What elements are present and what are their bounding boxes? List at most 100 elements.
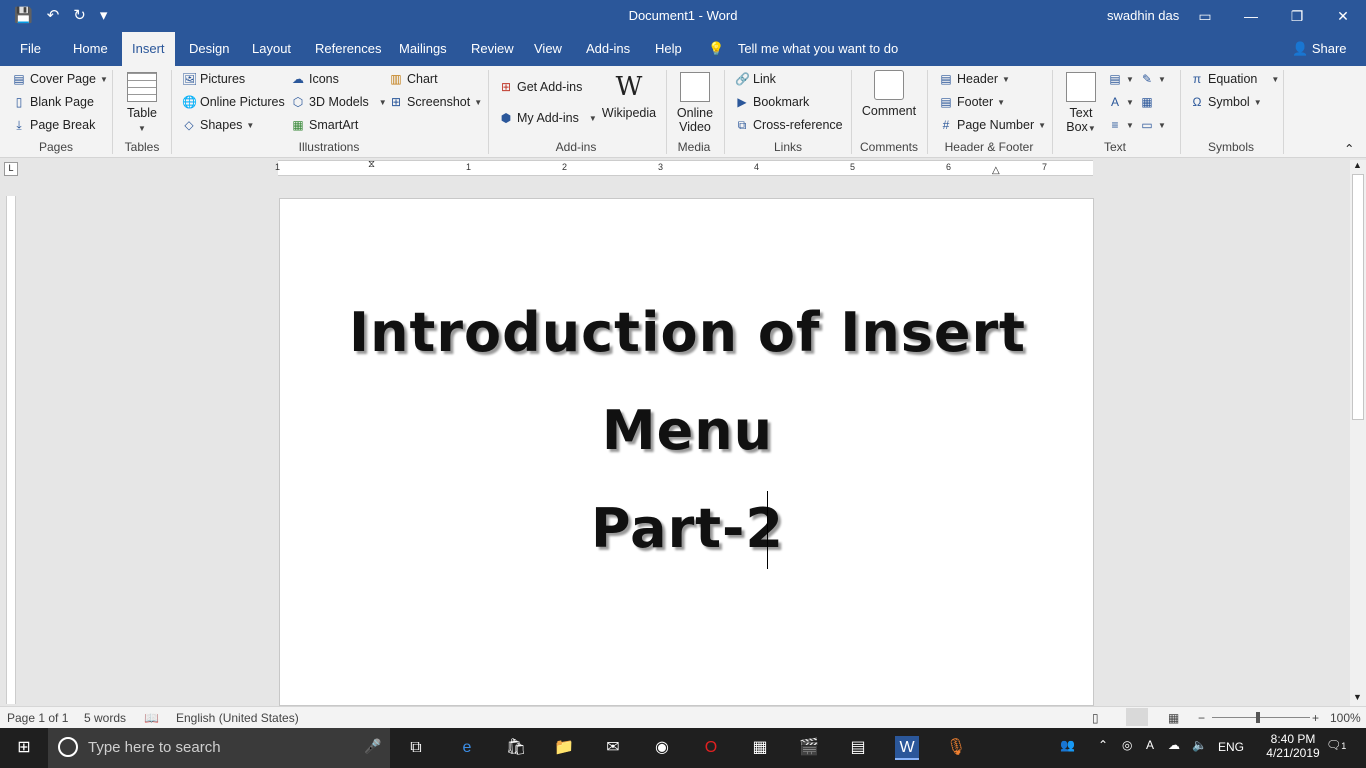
word-taskbar-icon[interactable]: W	[895, 736, 919, 760]
recorder-icon[interactable]: 🎙	[944, 736, 968, 760]
tab-references[interactable]: References	[305, 32, 391, 66]
print-layout-icon[interactable]	[1126, 708, 1148, 726]
word-count[interactable]: 5 words	[84, 711, 126, 725]
scrollbar-thumb[interactable]	[1352, 174, 1364, 420]
chrome-icon[interactable]: ◉	[650, 736, 674, 760]
zoom-level[interactable]: 100%	[1330, 711, 1361, 725]
video-editor-icon[interactable]: 🎬	[797, 736, 821, 760]
microphone-icon[interactable]: 🎤	[364, 738, 381, 755]
action-center-icon[interactable]: 🗨1	[1326, 738, 1346, 752]
cover-page-button[interactable]: ▤ Cover Page ▼	[12, 69, 108, 89]
icons-button[interactable]: ☁ Icons	[291, 69, 339, 89]
close-button[interactable]: ✕	[1328, 4, 1358, 28]
tell-me-search[interactable]: 💡 Tell me what you want to do	[708, 32, 898, 66]
edge-icon[interactable]: e	[455, 736, 479, 760]
page-number-button[interactable]: # Page Number ▼	[939, 115, 1046, 135]
doc-line-1[interactable]: Introduction of Insert	[280, 301, 1095, 364]
scroll-up-icon[interactable]: ▲	[1353, 160, 1362, 170]
link-button[interactable]: 🔗 Link	[735, 69, 776, 89]
equation-button[interactable]: π Equation ▼	[1190, 69, 1279, 89]
wordart-button[interactable]: A ▼	[1108, 92, 1134, 112]
vertical-ruler[interactable]	[6, 196, 16, 704]
page-count[interactable]: Page 1 of 1	[7, 711, 68, 725]
signature-line-button[interactable]: ✎ ▼	[1140, 69, 1166, 89]
language-indicator[interactable]: English (United States)	[176, 711, 299, 725]
show-hidden-icons[interactable]: ⌃	[1098, 738, 1108, 752]
comment-button[interactable]: Comment	[858, 70, 920, 118]
table-button[interactable]: Table ▼	[122, 72, 162, 134]
acrobat-icon[interactable]: A	[1146, 738, 1154, 752]
tab-insert[interactable]: Insert	[122, 32, 175, 66]
date-time-button[interactable]: ▦	[1140, 92, 1154, 112]
symbol-button[interactable]: Ω Symbol ▼	[1190, 92, 1262, 112]
tab-help[interactable]: Help	[645, 32, 692, 66]
tab-design[interactable]: Design	[179, 32, 239, 66]
collapse-ribbon-icon[interactable]: ⌃	[1344, 138, 1354, 158]
people-icon[interactable]: 👥	[1060, 738, 1075, 752]
read-mode-icon[interactable]: ▯	[1092, 711, 1099, 725]
winrar-icon[interactable]: ▤	[846, 736, 870, 760]
chart-button[interactable]: ▥ Chart	[389, 69, 437, 89]
antivirus-icon[interactable]: ◎	[1122, 738, 1132, 752]
online-pictures-button[interactable]: 🌐 Online Pictures	[182, 92, 285, 112]
web-layout-icon[interactable]: ▦	[1168, 711, 1179, 725]
calculator-icon[interactable]: ▦	[748, 736, 772, 760]
doc-line-2[interactable]: Menu	[280, 399, 1095, 462]
bookmark-button[interactable]: ▶ Bookmark	[735, 92, 809, 112]
file-explorer-icon[interactable]: 📁	[552, 736, 576, 760]
online-video-button[interactable]: Online Video	[674, 72, 716, 134]
user-name[interactable]: swadhin das	[1107, 8, 1179, 23]
smartart-button[interactable]: ▦ SmartArt	[291, 115, 358, 135]
quick-parts-button[interactable]: ▤ ▼	[1108, 69, 1134, 89]
ribbon-display-icon[interactable]: ▭	[1190, 4, 1220, 28]
minimize-button[interactable]: —	[1236, 4, 1266, 28]
language-tray[interactable]: ENG	[1218, 740, 1244, 754]
page-break-button[interactable]: ⤓ Page Break	[12, 115, 95, 135]
pictures-button[interactable]: 🖼 Pictures	[182, 69, 245, 89]
share-button[interactable]: 👤 Share	[1292, 32, 1347, 66]
opera-icon[interactable]: O	[699, 736, 723, 760]
text-box-button[interactable]: Text Box▼	[1062, 72, 1100, 134]
3d-models-button[interactable]: ⬡ 3D Models ▼	[291, 92, 387, 112]
right-indent-marker-icon[interactable]: △	[992, 165, 1000, 176]
taskbar-search[interactable]: Type here to search 🎤	[48, 728, 390, 768]
get-add-ins-button[interactable]: ⊞ Get Add-ins	[499, 77, 582, 97]
tab-view[interactable]: View	[524, 32, 572, 66]
clock[interactable]: 8:40 PM 4/21/2019	[1258, 732, 1328, 760]
tab-add-ins[interactable]: Add-ins	[576, 32, 640, 66]
tab-review[interactable]: Review	[461, 32, 524, 66]
zoom-slider-thumb[interactable]	[1256, 712, 1260, 723]
zoom-slider[interactable]	[1212, 717, 1310, 718]
object-button[interactable]: ▭ ▼	[1140, 115, 1166, 135]
store-icon[interactable]: 🛍	[504, 736, 528, 760]
proofing-icon[interactable]: 📖	[144, 711, 159, 725]
cross-reference-button[interactable]: ⧉ Cross-reference	[735, 115, 843, 135]
doc-line-3[interactable]: Part-2	[280, 497, 1095, 560]
tab-file[interactable]: File	[10, 32, 51, 66]
screenshot-button[interactable]: ⊞ Screenshot ▼	[389, 92, 482, 112]
tab-selector[interactable]: L	[4, 162, 18, 176]
volume-icon[interactable]: 🔈	[1192, 738, 1207, 752]
drop-cap-button[interactable]: ≡ ▼	[1108, 115, 1133, 135]
task-view-icon[interactable]: ⧉	[404, 736, 428, 760]
vertical-scrollbar[interactable]: ▲ ▼	[1350, 160, 1366, 706]
blank-page-button[interactable]: ▯ Blank Page	[12, 92, 94, 112]
tab-home[interactable]: Home	[63, 32, 118, 66]
shapes-button[interactable]: ◇ Shapes ▼	[182, 115, 254, 135]
header-button[interactable]: ▤ Header ▼	[939, 69, 1010, 89]
zoom-in-icon[interactable]: +	[1312, 711, 1319, 725]
footer-button[interactable]: ▤ Footer ▼	[939, 92, 1005, 112]
windows-start-icon[interactable]: ⊞	[12, 736, 36, 760]
wikipedia-button[interactable]: W Wikipedia	[600, 72, 658, 120]
document-page[interactable]: Introduction of Insert Menu Part-2	[279, 198, 1094, 706]
tab-layout[interactable]: Layout	[242, 32, 301, 66]
onedrive-icon[interactable]: ☁	[1168, 738, 1180, 752]
tab-mailings[interactable]: Mailings	[389, 32, 457, 66]
indent-marker-icon[interactable]: ⧖	[368, 159, 375, 170]
scroll-down-icon[interactable]: ▼	[1353, 692, 1362, 702]
horizontal-ruler[interactable]: 1 1 2 3 4 5 6 7 ⧖ △	[275, 159, 1093, 176]
mail-icon[interactable]: ✉	[601, 736, 625, 760]
zoom-out-icon[interactable]: −	[1198, 711, 1205, 725]
my-add-ins-button[interactable]: ⬢ My Add-ins ▼	[499, 108, 597, 128]
restore-button[interactable]: ❐	[1282, 4, 1312, 28]
